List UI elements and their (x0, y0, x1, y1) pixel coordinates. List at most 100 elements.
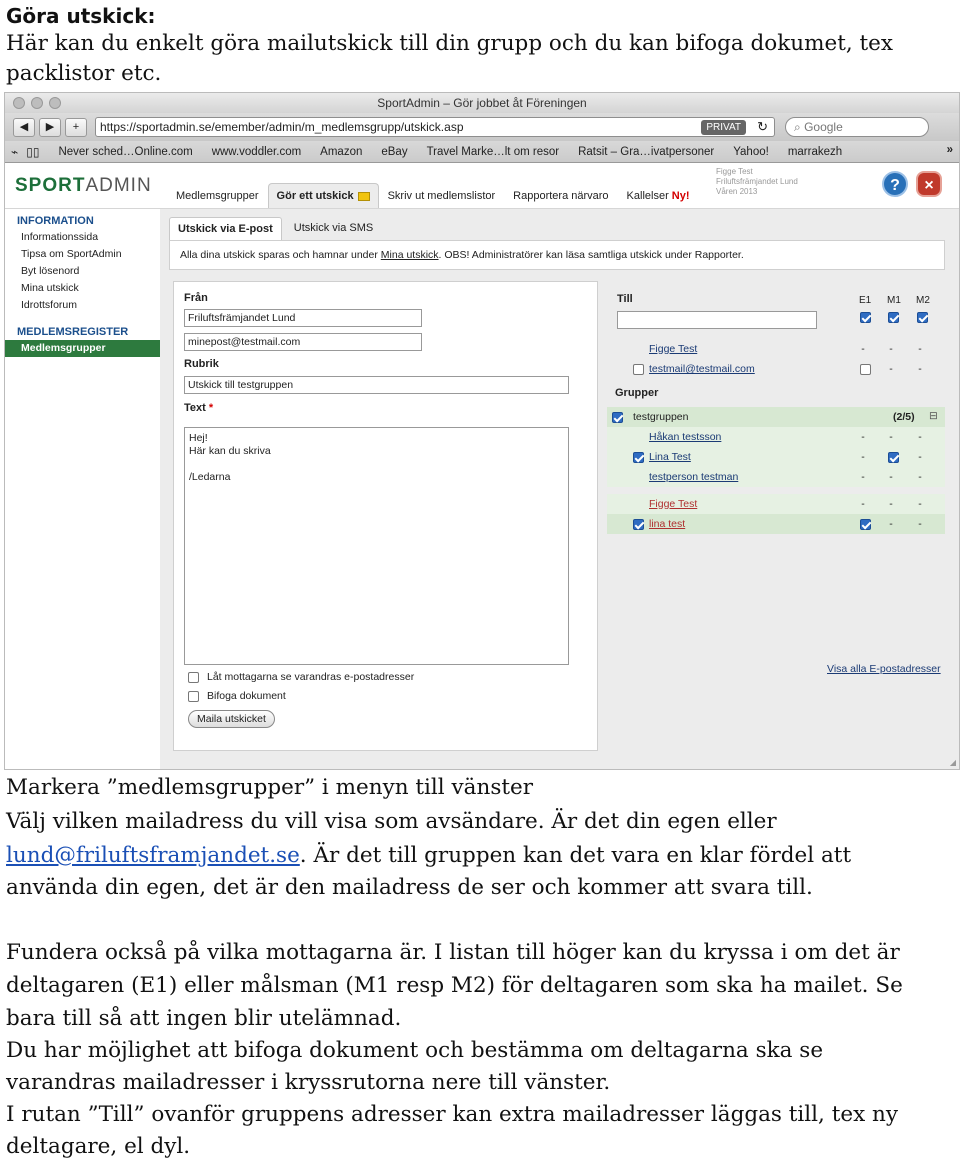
m1-checkbox[interactable] (888, 452, 899, 463)
paragraph-2-line-1: Fundera också på vilka mottagarna är. I … (6, 940, 900, 965)
bookmark-item[interactable]: Travel Marke…lt om resor (427, 146, 560, 158)
bookmark-item[interactable]: Ratsit – Gra…ivatpersoner (578, 146, 714, 158)
m1-cell: - (889, 343, 893, 355)
recipient-checkbox[interactable] (633, 452, 644, 463)
sidebar-header-information: INFORMATION (17, 215, 94, 227)
e1-cell: - (861, 431, 865, 443)
sidebar-item[interactable]: Byt lösenord (5, 263, 160, 280)
notice-text-end: . OBS! Administratörer kan läsa samtliga… (438, 249, 744, 261)
tab-skriv-ut[interactable]: Skriv ut medlemslistor (379, 183, 505, 208)
recipient-name[interactable]: testmail@testmail.com (649, 363, 755, 375)
collapse-icon[interactable]: ⊟ (929, 410, 938, 422)
sidebar-item[interactable]: Tipsa om SportAdmin (5, 246, 160, 263)
bookmark-item[interactable]: Amazon (320, 146, 362, 158)
tab-medlemsgrupper[interactable]: Medlemsgrupper (167, 183, 268, 208)
search-input[interactable]: ⌕ Google (785, 117, 929, 137)
back-icon[interactable]: ◀ (13, 117, 35, 137)
group-checkbox[interactable] (612, 412, 623, 423)
e1-checkbox[interactable] (860, 519, 871, 530)
tab-kallelser[interactable]: Kallelser Ny! (618, 183, 699, 208)
view-all-addresses-link[interactable]: Visa alla E-postadresser (827, 663, 941, 675)
tab-sms[interactable]: Utskick via SMS (286, 217, 381, 240)
paragraph-1-line-1: Markera ”medlemsgrupper” i menyn till vä… (6, 775, 534, 800)
recipient-name[interactable]: Håkan testsson (649, 431, 721, 443)
recipient-checkbox[interactable] (633, 364, 644, 375)
bookmark-item[interactable]: www.voddler.com (212, 146, 301, 158)
paragraph-3-line-1: Du har möjlighet att bifoga dokument och… (6, 1038, 824, 1063)
paragraph-1-line-3: lund@friluftsframjandet.se. Är det till … (6, 840, 851, 872)
bookmarks-icon[interactable]: ▯▯ (26, 145, 39, 159)
textarea-line: Här kan du skriva (189, 445, 271, 457)
subject-field[interactable]: Utskick till testgruppen (184, 376, 569, 394)
member-row: testperson testman - - - (607, 467, 945, 487)
url-bar[interactable]: https://sportadmin.se/emember/admin/m_me… (95, 117, 775, 137)
email-link[interactable]: lund@friluftsframjandet.se (6, 843, 300, 868)
group-name: testgruppen (633, 411, 689, 423)
bookmark-item[interactable]: eBay (381, 146, 407, 158)
sidebar-header-medlemsregister: MEDLEMSREGISTER (17, 326, 129, 338)
textarea-line: /Ledarna (189, 471, 231, 483)
sidebar-item[interactable]: Mina utskick (5, 280, 160, 297)
recipient-name[interactable]: Figge Test (649, 498, 697, 510)
attach-checkbox[interactable] (188, 690, 199, 702)
recipients-panel: Till E1 M1 M2 Figge Test - - - testmail@… (607, 281, 945, 551)
bookmark-item[interactable]: marrakezh (788, 146, 842, 158)
from-email-field[interactable]: minepost@testmail.com (184, 333, 422, 351)
search-icon: ⌕ (794, 120, 805, 134)
chevron-right-icon[interactable]: » (947, 144, 953, 156)
all-e1-checkbox[interactable] (860, 312, 871, 323)
recipient-name[interactable]: lina test (649, 518, 685, 530)
m2-cell: - (918, 363, 922, 375)
recipient-name[interactable]: Figge Test (649, 343, 697, 355)
bookmark-item[interactable]: Never sched…Online.com (58, 146, 192, 158)
window-controls[interactable] (13, 97, 61, 109)
logo-part-1: SPORT (15, 175, 86, 196)
tab-gor-ett-utskick[interactable]: Gör ett utskick (267, 183, 379, 208)
recipient-name[interactable]: Lina Test (649, 451, 691, 463)
tab-label: Kallelser (626, 190, 669, 202)
sidebar-item[interactable]: Informationssida (5, 229, 160, 246)
groups-label: Grupper (615, 387, 659, 399)
bookmark-item[interactable]: Yahoo! (733, 146, 769, 158)
sidebar-item-medlemsgrupper[interactable]: Medlemsgrupper (5, 340, 160, 357)
all-m2-checkbox[interactable] (917, 312, 928, 323)
show-addresses-checkbox[interactable] (188, 671, 199, 683)
textarea-line: Hej! (189, 432, 208, 444)
recipient-name[interactable]: testperson testman (649, 471, 738, 483)
message-textarea[interactable]: Hej! Här kan du skriva /Ledarna (184, 427, 569, 665)
help-icon[interactable]: ? (882, 171, 908, 197)
sub-tabs: Utskick via E-post Utskick via SMS (163, 209, 945, 240)
extra-recipient-row: testmail@testmail.com - - (607, 359, 945, 379)
sidebar-item[interactable]: Idrottsforum (5, 297, 160, 314)
mina-utskick-link[interactable]: Mina utskick (381, 249, 439, 261)
from-name-field[interactable]: Friluftsfrämjandet Lund (184, 309, 422, 327)
privat-badge: PRIVAT (701, 120, 746, 135)
tab-epost[interactable]: Utskick via E-post (169, 217, 282, 240)
m2-cell: - (918, 343, 922, 355)
logo-part-2: ADMIN (85, 175, 152, 196)
extra-recipient-row: Figge Test - - - (607, 339, 945, 359)
all-m1-checkbox[interactable] (888, 312, 899, 323)
e1-checkbox[interactable] (860, 364, 871, 375)
forward-icon[interactable]: ▶ (39, 117, 61, 137)
add-icon[interactable]: + (65, 117, 87, 137)
paragraph-3-line-2: varandras mailadresser i kryssrutorna ne… (6, 1070, 611, 1095)
browser-window: SportAdmin – Gör jobbet åt Föreningen ◀ … (4, 92, 960, 770)
reading-list-icon[interactable]: ⌁ (11, 145, 18, 159)
url-text: https://sportadmin.se/emember/admin/m_me… (100, 120, 464, 134)
recipient-checkbox[interactable] (633, 519, 644, 530)
e1-cell: - (861, 451, 865, 463)
notice-box: Alla dina utskick sparas och hamnar unde… (169, 240, 945, 270)
tab-rapportera[interactable]: Rapportera närvaro (504, 183, 617, 208)
tab-label: Gör ett utskick (276, 190, 354, 202)
logout-icon[interactable]: × (916, 171, 942, 197)
attach-option: Bifoga dokument (188, 690, 286, 702)
paragraph-1-line-4: använda din egen, det är den mailadress … (6, 875, 813, 900)
paragraph-2-line-2: deltagaren (E1) eller målsman (M1 resp M… (6, 973, 903, 998)
send-mail-button[interactable]: Maila utskicket (188, 710, 275, 728)
resize-handle-icon[interactable]: ◢ (950, 758, 956, 767)
till-input[interactable] (617, 311, 817, 329)
reload-icon[interactable]: ↻ (757, 118, 768, 136)
envelope-icon (357, 191, 370, 201)
group-count: (2/5) (893, 411, 915, 423)
